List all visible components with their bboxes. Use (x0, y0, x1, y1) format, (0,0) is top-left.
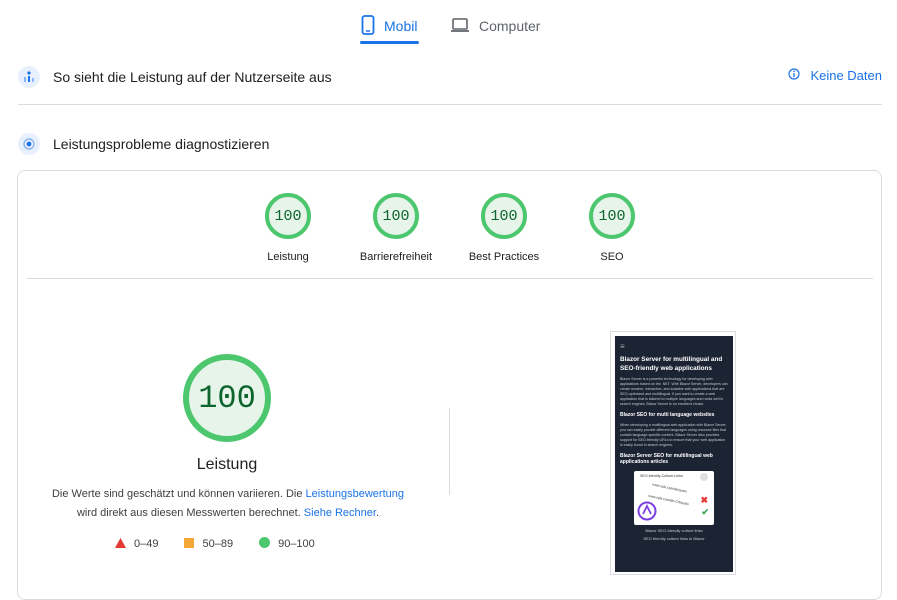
score-gauge-best-practices[interactable]: 100 Best Practices (444, 193, 564, 263)
desc-text-1: Die Werte sind geschätzt und können vari… (51, 488, 306, 500)
tab-computer[interactable]: Computer (450, 10, 540, 42)
report-card: 100 Leistung 100 Barrierefreiheit 100 Be… (17, 170, 882, 600)
laptop-icon (450, 17, 470, 36)
check-icon: ✔ (701, 506, 709, 517)
legend-range: 90–100 (278, 538, 315, 550)
avatar-icon (700, 472, 708, 481)
screenshot-caption-2: SEO friendly culture links in Blazor (643, 535, 705, 541)
screenshot-section-1-text: When developing a multilingual web appli… (620, 422, 727, 447)
screenshot-caption-1: Blazor SEO-friendly culture links (645, 527, 703, 533)
info-icon (788, 68, 801, 83)
score-value: 100 (589, 193, 635, 239)
blazor-logo-icon (637, 501, 657, 526)
no-data-link[interactable]: Keine Daten (788, 68, 882, 83)
field-data-title: So sieht die Leistung auf der Nutzerseit… (53, 69, 332, 85)
device-tabs: Mobil Computer (0, 0, 897, 44)
score-label: SEO (600, 251, 624, 263)
diagnose-title: Leistungsprobleme diagnostizieren (53, 136, 270, 152)
legend-item-average: 50–89 (184, 537, 234, 551)
screenshot-heading: Blazor Server for multilingual and SEO-f… (620, 356, 723, 372)
tab-computer-label: Computer (479, 18, 541, 34)
score-gauge-barrierefreiheit[interactable]: 100 Barrierefreiheit (336, 193, 456, 263)
tab-mobil-label: Mobil (384, 18, 418, 34)
screenshot-section-1: Blazor SEO for multi language websites (620, 412, 715, 418)
legend-range: 50–89 (202, 538, 234, 550)
page-screenshot[interactable]: ≡ Blazor Server for multilingual and SEO… (610, 331, 736, 575)
smartphone-icon (361, 14, 375, 38)
screenshot-thumbnail: SEO-friendly-Culture-Links www.cplx.com/… (634, 470, 714, 526)
vertical-divider (449, 408, 450, 495)
performance-score-link[interactable]: Leistungsbewertung (306, 488, 404, 500)
desc-text-2: wird direkt aus diesen Messwerten berech… (76, 507, 304, 519)
field-data-icon (18, 66, 40, 88)
legend-item-fail: 0–49 (115, 537, 159, 551)
thumb-url-1: www.cplx.com/de/sushi (651, 481, 688, 494)
score-legend: 0–49 50–89 90–100 (115, 537, 341, 551)
score-value: 100 (373, 193, 419, 239)
screenshot-intro: Blazor Server is a powerful technology f… (620, 377, 728, 406)
triangle-icon (115, 537, 126, 551)
score-label: Leistung (267, 251, 309, 263)
field-data-section: So sieht die Leistung auf der Nutzerseit… (18, 63, 882, 91)
no-data-label: Keine Daten (810, 68, 882, 83)
score-gauge-leistung[interactable]: 100 Leistung (228, 193, 348, 263)
menu-icon: ≡ (620, 342, 625, 351)
tab-mobil[interactable]: Mobil (361, 10, 417, 42)
score-label: Barrierefreiheit (359, 251, 433, 263)
screenshot-screen: ≡ Blazor Server for multilingual and SEO… (615, 336, 733, 572)
score-gauge-seo[interactable]: 100 SEO (552, 193, 672, 263)
screenshot-section-2: Blazor Server SEO for multilingual web a… (620, 452, 713, 466)
desc-text-end: . (375, 507, 380, 519)
performance-gauge: 100 (183, 354, 271, 442)
performance-label: Leistung (196, 456, 258, 473)
circle-icon (259, 537, 271, 551)
score-label: Best Practices (468, 251, 540, 263)
legend-item-pass: 90–100 (259, 537, 315, 551)
section-divider (18, 104, 882, 105)
performance-description: Die Werte sind geschätzt und können vari… (48, 485, 408, 523)
score-value: 100 (265, 193, 311, 239)
square-icon (184, 537, 195, 551)
score-value: 100 (481, 193, 527, 239)
card-divider (27, 278, 873, 279)
cross-icon: ✖ (700, 494, 708, 505)
diagnose-section: Leistungsprobleme diagnostizieren (18, 130, 882, 158)
active-tab-indicator (360, 41, 419, 44)
legend-range: 0–49 (134, 538, 159, 550)
calculator-link[interactable]: Siehe Rechner (304, 507, 376, 519)
thumb-title: SEO-friendly-Culture-Links (640, 473, 683, 478)
lab-data-icon (18, 133, 40, 155)
